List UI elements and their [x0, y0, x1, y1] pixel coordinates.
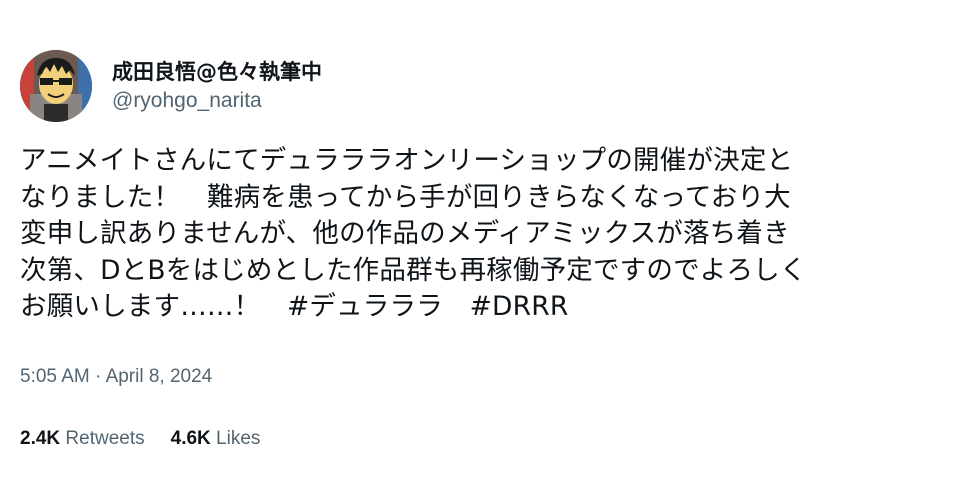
meta-separator: · [95, 366, 102, 387]
likes-stat[interactable]: 4.6K Likes [171, 426, 261, 452]
tweet-header: 成田良悟@色々執筆中 @ryohgo_narita [20, 50, 322, 122]
tweet-meta: 5:05 AM · April 8, 2024 [20, 364, 212, 390]
author-display-name[interactable]: 成田良悟@色々執筆中 [112, 58, 322, 86]
tweet-text-line: アニメイトさんにてデュラララオンリーショップの開催が決定と [20, 145, 794, 176]
retweets-label: Retweets [65, 428, 145, 449]
tweet-date[interactable]: April 8, 2024 [106, 366, 213, 387]
tweet-card: 成田良悟@色々執筆中 @ryohgo_narita アニメイトさんにてデュラララ… [0, 0, 960, 502]
hashtag-link[interactable]: #DRRR [470, 291, 569, 322]
tweet-text-last-line: お願いします……！ #デュラララ #DRRR [20, 289, 945, 326]
tweet-time[interactable]: 5:05 AM [20, 366, 90, 387]
retweets-count: 2.4K [20, 428, 61, 449]
likes-count: 4.6K [170, 428, 211, 449]
tweet-text-line: お願いします……！ [20, 291, 287, 322]
tweet-stats: 2.4K Retweets 4.6K Likes [20, 426, 286, 452]
avatar-illustration [20, 50, 92, 122]
tweet-text-line: なりました！ 難病を患ってから手が回りきらなくなっており大 [20, 181, 791, 213]
tweet-text-line: 変申し訳ありませんが、他の作品のメディアミックスが落ち着き [20, 218, 790, 249]
tweet-text-line: 次第、DとBをはじめとした作品群も再稼働予定ですのでよろしく [20, 254, 807, 286]
likes-label: Likes [216, 428, 261, 449]
author-handle[interactable]: @ryohgo_narita [112, 88, 322, 114]
hashtag-link[interactable]: #デュラララ [287, 291, 443, 322]
author-names: 成田良悟@色々執筆中 @ryohgo_narita [112, 58, 322, 114]
tweet-text: アニメイトさんにてデュラララオンリーショップの開催が決定と なりました！ 難病を… [20, 143, 945, 326]
author-avatar[interactable] [20, 50, 92, 122]
retweets-stat[interactable]: 2.4K Retweets [20, 426, 145, 452]
